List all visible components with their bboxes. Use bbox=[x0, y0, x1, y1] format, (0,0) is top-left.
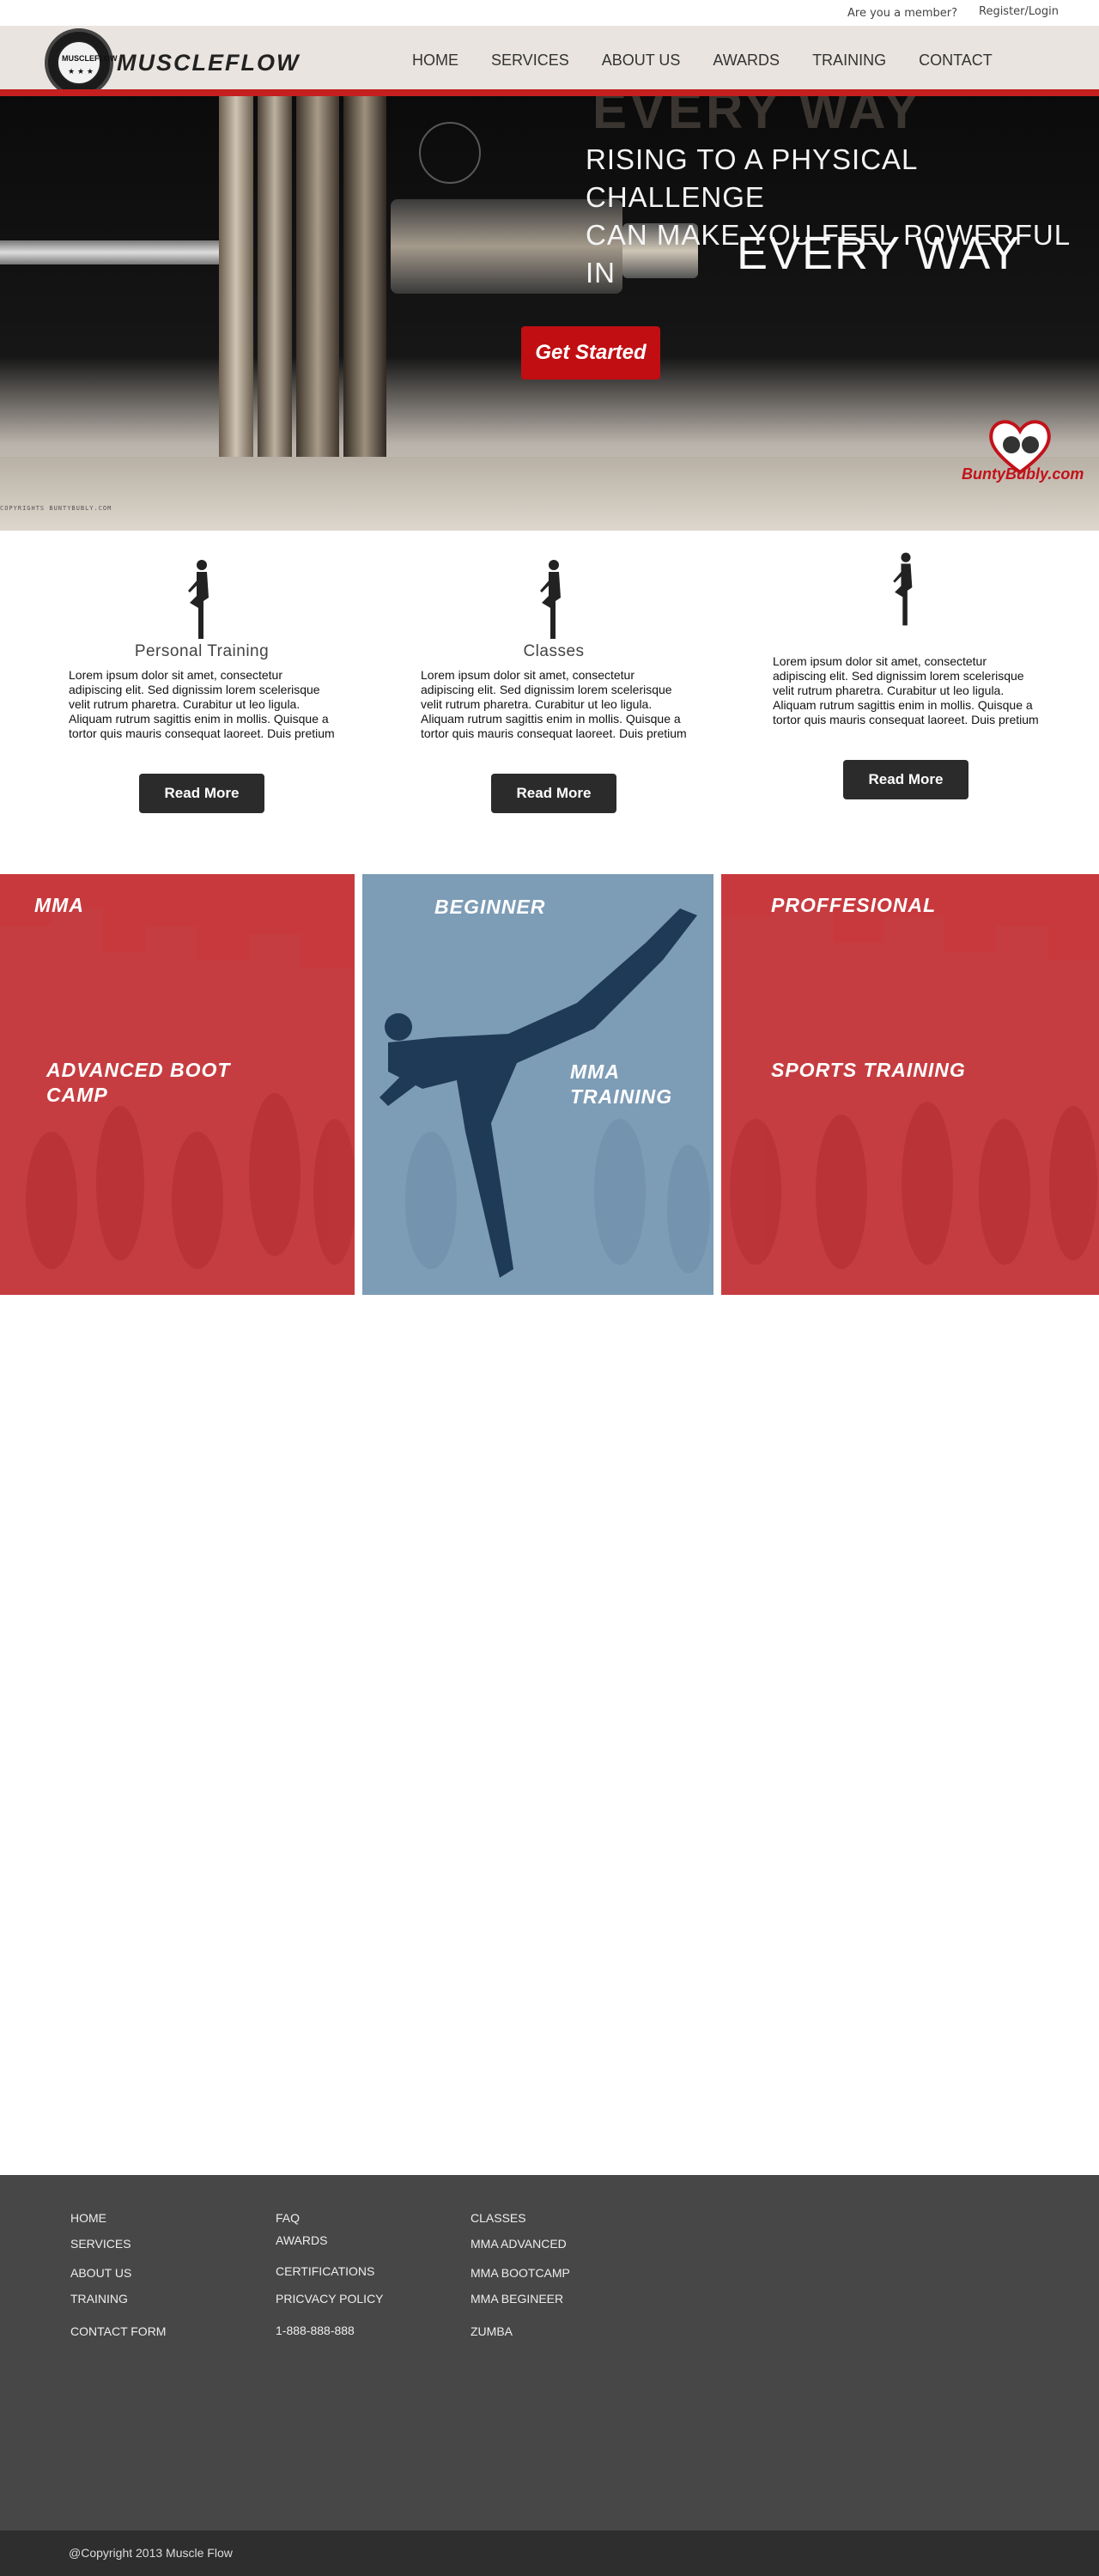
logo-badge: MUSCLEFLOW ★ ★ ★ bbox=[57, 40, 118, 85]
tile-label-sports-training: SPORTS TRAINING bbox=[771, 1059, 966, 1081]
yoga-figure-icon bbox=[188, 560, 209, 639]
footer-link-contact-form[interactable]: CONTACT FORM bbox=[70, 2324, 166, 2338]
service-classes: Classes Lorem ipsum dolor sit amet, cons… bbox=[421, 556, 687, 813]
read-more-button[interactable]: Read More bbox=[139, 774, 264, 813]
service-third: Lorem ipsum dolor sit amet, consectetur … bbox=[773, 552, 1039, 799]
service-title bbox=[773, 629, 1039, 647]
read-more-button[interactable]: Read More bbox=[491, 774, 616, 813]
tile-label-proffesional: PROFFESIONAL bbox=[771, 894, 937, 916]
service-description: Lorem ipsum dolor sit amet, consectetur … bbox=[69, 668, 335, 740]
yoga-figure-icon bbox=[540, 560, 561, 639]
yoga-figure-icon bbox=[893, 552, 913, 626]
nav-services[interactable]: SERVICES bbox=[491, 52, 569, 96]
footer-link-about-us[interactable]: ABOUT US bbox=[70, 2266, 166, 2292]
nav-home[interactable]: HOME bbox=[412, 52, 458, 96]
footer-link-faq[interactable]: FAQ bbox=[276, 2211, 384, 2233]
register-login-link[interactable]: Register/Login bbox=[979, 5, 1059, 18]
seal-icon bbox=[419, 122, 481, 184]
tile-label-beginner: BEGINNER bbox=[434, 896, 546, 918]
site-footer: HOME SERVICES ABOUT US TRAINING CONTACT … bbox=[0, 2175, 1099, 2530]
footer-col-site: HOME SERVICES ABOUT US TRAINING CONTACT … bbox=[70, 2211, 166, 2338]
get-started-button[interactable]: Get Started bbox=[521, 326, 660, 380]
service-description: Lorem ipsum dolor sit amet, consectetur … bbox=[773, 654, 1039, 726]
hero-ghost-text: EVERY WAY bbox=[592, 96, 922, 139]
footer-link-privacy-policy[interactable]: PRICVACY POLICY bbox=[276, 2292, 384, 2324]
footer-link-awards[interactable]: AWARDS bbox=[276, 2233, 384, 2264]
tile-label-mma-training: MMA TRAINING bbox=[570, 1060, 673, 1108]
main-nav: HOME SERVICES ABOUT US AWARDS TRAINING C… bbox=[412, 26, 1025, 96]
footer-link-certifications[interactable]: CERTIFICATIONS bbox=[276, 2264, 384, 2292]
watermark-label: BuntyBubly.com bbox=[962, 465, 1084, 483]
copyright-strip: COPYRIGHTS BUNTYBUBLY.COM bbox=[0, 505, 1099, 515]
tile-label-advanced-boot-camp: ADVANCED BOOT CAMP bbox=[46, 1059, 231, 1106]
program-tiles: MMA ADVANCED BOOT CAMP BEGINNER MMA TRAI… bbox=[0, 874, 1099, 1295]
nav-training[interactable]: TRAINING bbox=[812, 52, 886, 96]
footer-link-zumba[interactable]: ZUMBA bbox=[471, 2324, 570, 2338]
logo-stars: ★ ★ ★ bbox=[68, 68, 94, 76]
watermark-text: BuntyBubly.com bbox=[962, 465, 1084, 483]
floor bbox=[0, 457, 1099, 531]
barbell-bar bbox=[0, 240, 223, 264]
read-more-button[interactable]: Read More bbox=[843, 760, 968, 799]
footer-col-classes: CLASSES MMA ADVANCED MMA BOOTCAMP MMA BE… bbox=[471, 2211, 570, 2338]
copyright-strip-text: COPYRIGHTS BUNTYBUBLY.COM bbox=[0, 505, 112, 512]
logo-text: MUSCLEFLOW bbox=[62, 54, 118, 63]
logo[interactable]: MUSCLEFLOW ★ ★ ★ bbox=[45, 28, 118, 97]
city-runners-background bbox=[721, 900, 1099, 1295]
tile-beginner-mma[interactable]: BEGINNER MMA TRAINING bbox=[362, 874, 713, 1295]
tile-mma-bootcamp[interactable]: MMA ADVANCED BOOT CAMP bbox=[0, 874, 355, 1295]
footer-link-mma-bootcamp[interactable]: MMA BOOTCAMP bbox=[471, 2266, 570, 2292]
top-bar: Are you a member? Register/Login bbox=[0, 0, 1099, 26]
copyright-text: @Copyright 2013 Muscle Flow bbox=[69, 2546, 233, 2560]
tile-label-mma: MMA bbox=[34, 894, 84, 916]
hero-big-text: EVERY WAY bbox=[737, 228, 1022, 279]
brand-name[interactable]: MUSCLEFLOW bbox=[117, 50, 300, 76]
nav-awards[interactable]: AWARDS bbox=[713, 52, 780, 96]
service-personal-training: Personal Training Lorem ipsum dolor sit … bbox=[69, 556, 335, 813]
footer-link-services[interactable]: SERVICES bbox=[70, 2237, 166, 2266]
service-description: Lorem ipsum dolor sit amet, consectetur … bbox=[421, 668, 687, 740]
footer-link-mma-begineer[interactable]: MMA BEGINEER bbox=[471, 2292, 570, 2324]
service-title: Personal Training bbox=[134, 642, 270, 660]
service-title: Classes bbox=[523, 642, 585, 660]
footer-col-info: FAQ AWARDS CERTIFICATIONS PRICVACY POLIC… bbox=[276, 2211, 384, 2337]
footer-link-mma-advanced[interactable]: MMA ADVANCED bbox=[471, 2237, 570, 2266]
tile-professional-sports[interactable]: PROFFESIONAL SPORTS TRAINING bbox=[721, 874, 1099, 1295]
services-section: Personal Training Lorem ipsum dolor sit … bbox=[0, 531, 1099, 874]
footer-phone[interactable]: 1-888-888-888 bbox=[276, 2324, 384, 2337]
hero-banner: EVERY WAY RISING TO A PHYSICAL CHALLENGE… bbox=[0, 96, 1099, 531]
footer-link-home[interactable]: HOME bbox=[70, 2211, 166, 2237]
copyright-bar: @Copyright 2013 Muscle Flow bbox=[0, 2530, 1099, 2576]
footer-link-classes[interactable]: CLASSES bbox=[471, 2211, 570, 2237]
member-prompt: Are you a member? bbox=[847, 7, 958, 20]
footer-link-training[interactable]: TRAINING bbox=[70, 2292, 166, 2324]
nav-contact[interactable]: CONTACT bbox=[919, 52, 993, 96]
hero-headline-line1: RISING TO A PHYSICAL CHALLENGE bbox=[586, 143, 918, 213]
nav-about-us[interactable]: ABOUT US bbox=[602, 52, 681, 96]
